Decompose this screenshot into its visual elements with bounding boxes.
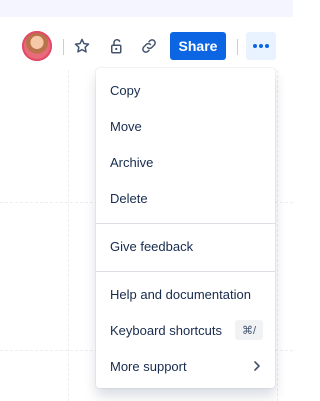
grid-line — [277, 70, 278, 401]
star-button[interactable] — [69, 33, 95, 59]
menu-item-archive[interactable]: Archive — [96, 144, 275, 180]
more-actions-menu: Copy Move Archive Delete Give feedback H… — [96, 68, 275, 388]
avatar[interactable] — [22, 31, 52, 61]
copy-link-button[interactable] — [136, 33, 162, 59]
menu-divider — [96, 271, 275, 272]
top-strip — [0, 0, 293, 17]
shortcut-key-badge: ⌘/ — [235, 320, 263, 340]
more-icon — [253, 44, 269, 48]
toolbar-divider — [237, 39, 238, 55]
menu-item-delete[interactable]: Delete — [96, 180, 275, 216]
menu-item-label: Keyboard shortcuts — [110, 322, 223, 338]
chevron-right-icon — [254, 361, 260, 371]
menu-item-keyboard-shortcuts[interactable]: Keyboard shortcuts ⌘/ — [96, 312, 275, 348]
menu-item-more-support[interactable]: More support — [96, 348, 275, 384]
toolbar-divider — [63, 39, 64, 55]
share-button[interactable]: Share — [170, 32, 226, 60]
more-actions-button[interactable] — [246, 32, 276, 60]
star-icon — [74, 38, 90, 53]
menu-divider — [96, 223, 275, 224]
menu-item-label: More support — [110, 358, 187, 374]
page-toolbar: Share — [0, 30, 293, 64]
menu-item-copy[interactable]: Copy — [96, 72, 275, 108]
link-icon — [142, 39, 156, 53]
unlock-icon — [111, 39, 122, 54]
grid-line — [68, 70, 69, 401]
restrictions-button[interactable] — [104, 33, 130, 59]
menu-item-give-feedback[interactable]: Give feedback — [96, 228, 275, 264]
menu-item-move[interactable]: Move — [96, 108, 275, 144]
menu-item-help[interactable]: Help and documentation — [96, 276, 275, 312]
